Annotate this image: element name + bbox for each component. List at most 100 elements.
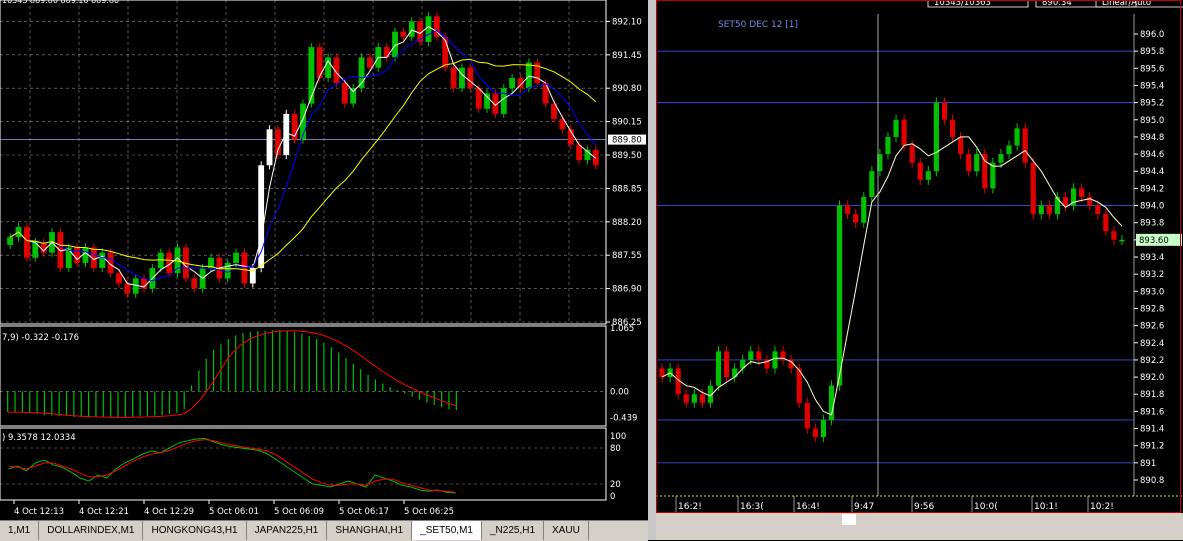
candle-body	[1014, 128, 1020, 146]
price-tick-label: 888.85	[612, 184, 642, 194]
price-tick-label: 894.6	[1140, 150, 1164, 160]
price-tick-label: 891.6	[1140, 407, 1164, 417]
stoch-k-line	[8, 437, 456, 494]
price-tick-label: 895.4	[1140, 81, 1164, 91]
candle-body	[308, 47, 315, 104]
candle-body	[233, 252, 239, 263]
price-tick-label: 892.0	[1140, 373, 1164, 383]
price-tick-label: 891.8	[1140, 390, 1164, 400]
ma-blue-line	[9, 30, 597, 282]
candle-body	[998, 154, 1004, 163]
candle-body	[893, 119, 899, 137]
tab-hongkong43[interactable]: HONGKONG43,H1	[143, 521, 247, 540]
candle-body	[861, 196, 867, 223]
time-tick-label: 10:0(	[974, 502, 998, 512]
time-tick-label: 5 Oct 06:17	[339, 507, 389, 517]
candle-body	[715, 351, 722, 386]
left-chart-window[interactable]: 892.10 891.45 890.80 890.15 889.50 888.85 888.…	[0, 0, 648, 520]
candle-body	[699, 394, 705, 403]
price-tick-label: 894.0	[1140, 202, 1164, 212]
cursor-time-label	[842, 514, 856, 525]
tab-xauu[interactable]: XAUU	[544, 521, 589, 540]
time-tick-label: 5 Oct 06:09	[274, 507, 324, 517]
candle-body	[974, 154, 980, 172]
chart-tab-bar[interactable]: 1,M1 DOLLARINDEX,M1 HONGKONG43,H1 JAPAN2…	[0, 520, 648, 541]
time-tick-label: 4 Oct 12:21	[79, 507, 129, 517]
candle-body	[1119, 239, 1125, 242]
candle-body	[459, 67, 465, 89]
candle-body	[925, 171, 931, 180]
current-price-label: 893.60	[1139, 236, 1169, 246]
candle-body	[23, 226, 30, 258]
candle-body	[724, 351, 730, 378]
price-tick-label: 889.50	[612, 151, 642, 161]
time-tick-label: 4 Oct 12:29	[144, 507, 194, 517]
price-tick-label: 892.6	[1140, 322, 1164, 332]
price-tick-label: 892.10	[612, 17, 642, 27]
price-tick-label: 893.4	[1140, 253, 1164, 263]
candle-body	[941, 102, 948, 120]
right-status-bar	[656, 513, 1183, 540]
tab-1-m1[interactable]: 1,M1	[0, 521, 40, 540]
tab-shanghai[interactable]: SHANGHAI,H1	[327, 521, 413, 540]
window-divider[interactable]	[648, 0, 656, 540]
candle-body	[982, 154, 988, 189]
price-tick-label: 894.8	[1140, 133, 1164, 143]
candle-body	[1022, 128, 1028, 163]
price-tick-label: 892.4	[1140, 339, 1164, 349]
candle-body	[542, 83, 549, 104]
candle-body	[408, 21, 415, 37]
macd-tick-label: -0.439	[610, 413, 637, 423]
candle-body	[748, 351, 754, 360]
left-chart-svg[interactable]: 892.10 891.45 890.80 890.15 889.50 888.85 888.…	[0, 0, 648, 520]
candle-body	[475, 88, 482, 109]
chart-title: SET50 DEC 12 [1]	[718, 20, 798, 30]
price-tick-label: 890.15	[612, 118, 642, 128]
candle-body	[224, 262, 231, 279]
macd-tick-label: 1.065	[610, 324, 634, 334]
candle-body	[1030, 162, 1036, 215]
candle-body	[812, 428, 818, 438]
macd-signal-line	[7, 330, 457, 418]
right-chart-window[interactable]: SET50 DEC 12 [1] 10343/10363 890.34 Linear/…	[656, 0, 1183, 540]
tab-n225[interactable]: _N225,H1	[482, 521, 545, 540]
stoch-label: ) 9.3578 12.0334	[2, 433, 76, 443]
candle-body	[576, 144, 583, 161]
candle-body	[1006, 145, 1012, 155]
price-tick-label: 896.0	[1140, 30, 1164, 40]
top-info-text: 10343 889.80 889.10 889.80	[2, 0, 119, 5]
tab-set50[interactable]: _SET50,M1	[412, 521, 482, 540]
price-tick-label: 895.0	[1140, 116, 1164, 126]
tab-dollarindex[interactable]: DOLLARINDEX,M1	[39, 521, 144, 540]
time-tick-label: 10:2!	[1090, 502, 1114, 512]
candle-body	[917, 162, 923, 180]
candle-body	[266, 129, 273, 166]
candle-body	[99, 252, 106, 269]
price-tick-label: 887.55	[612, 251, 642, 261]
candle-body	[241, 252, 248, 284]
macd-pane-border	[0, 325, 607, 427]
candle-body	[836, 205, 843, 386]
candle-body	[350, 88, 357, 104]
candle-body	[484, 93, 490, 109]
candle-body	[772, 351, 778, 369]
price-tick-label: 891.45	[612, 51, 642, 61]
candle-body	[1046, 205, 1052, 215]
stoch-d-line	[8, 439, 456, 493]
candle-body	[1095, 205, 1101, 215]
candle-body	[901, 119, 907, 146]
ma-yellow-line	[9, 58, 597, 272]
candles-group	[659, 97, 1125, 443]
price-tick-label: 892.2	[1140, 356, 1164, 366]
top-info-text: Linear/Auto	[1102, 0, 1151, 8]
price-tick-label: 895.6	[1140, 64, 1164, 74]
candle-body	[450, 67, 457, 89]
candle-body	[191, 278, 198, 289]
price-tick-label: 891	[1140, 459, 1156, 469]
stoch-pane-border	[0, 427, 607, 501]
candle-body	[933, 102, 939, 172]
tab-japan225[interactable]: JAPAN225,H1	[247, 521, 328, 540]
right-chart-svg[interactable]: SET50 DEC 12 [1] 10343/10363 890.34 Linear/…	[656, 0, 1183, 513]
price-tick-label: 890.80	[612, 84, 642, 94]
candle-body	[7, 237, 14, 245]
